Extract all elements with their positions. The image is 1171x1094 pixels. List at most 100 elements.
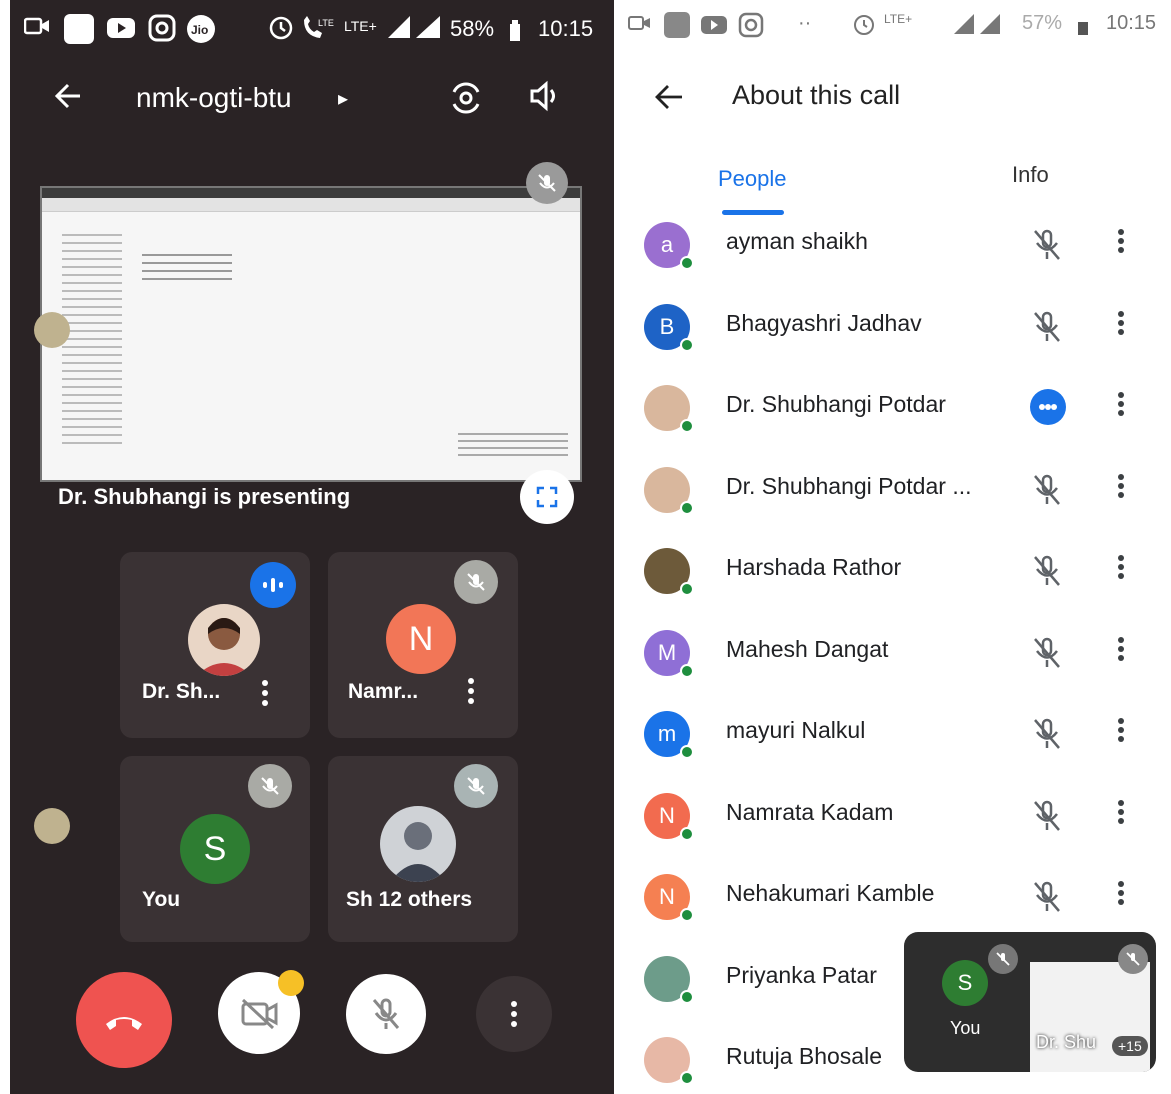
presenter-muted-icon [526,162,568,204]
participant-row[interactable]: m mayuri Nalkul [622,693,1171,773]
battery-percent: 57% [1022,12,1063,34]
clock: 10:15 [538,16,594,41]
more-vert-icon[interactable] [1118,715,1124,745]
participant-row[interactable]: B Bhagyashri Jadhav [622,286,1171,366]
speaker-icon[interactable] [528,78,564,118]
more-participants-badge: +15 [1112,1036,1148,1056]
back-arrow-icon[interactable] [50,78,86,118]
participant-name: Nehakumari Kamble [726,880,935,906]
more-vert-icon[interactable] [1118,226,1124,256]
avatar-initial: N [408,619,434,658]
avatar: S [942,960,988,1006]
more-vert-icon[interactable] [1118,797,1124,827]
mic-off-icon[interactable] [1030,310,1064,348]
more-vert-icon[interactable] [1118,471,1124,501]
jio-icon: Jio [186,14,216,50]
signal-icon [386,14,442,46]
participant-row[interactable]: Harshada Rathor [622,530,1171,610]
participant-name: Bhagyashri Jadhav [726,309,922,336]
pip-self-label: You [950,1018,981,1038]
participant-row[interactable]: M Mahesh Dangat [622,612,1171,692]
volte-call-icon: LTE [300,14,334,48]
more-vert-icon[interactable] [1118,552,1124,582]
participant-row[interactable]: a ayman shaikh [622,204,1171,284]
mic-off-icon[interactable] [1030,554,1064,592]
avatar-initial: m [657,721,677,746]
participant-tile[interactable]: Sh 12 others [328,756,518,942]
youtube-icon [106,14,136,48]
online-status-icon [680,663,694,678]
participant-row[interactable]: N Nehakumari Kamble [622,856,1171,936]
avatar-initial: B [659,313,675,339]
participant-tile[interactable]: S You [120,756,310,942]
shared-screen [40,186,582,482]
status-bar: Jio LTE LTE+ 58% 10:15 [10,0,614,58]
more-vert-icon[interactable] [1118,308,1124,338]
participant-name: ayman shaikh [726,228,868,254]
participant-tile[interactable]: Dr. Sh... [120,552,310,738]
status-bar: ·· LTE+ 57% 10:15 [622,0,1171,50]
avatar [188,604,260,676]
camera-warning-badge [278,970,304,996]
tab-info[interactable]: Info [1012,162,1049,188]
back-arrow-icon[interactable] [652,80,686,118]
tile-more-icon[interactable] [262,676,268,710]
mic-off-icon[interactable] [1030,880,1064,918]
chevron-right-icon[interactable]: ▸ [338,86,348,110]
tile-name: You [142,888,181,911]
pip-other-label: Dr. Shu [1036,1032,1097,1052]
about-this-call-screen: ·· LTE+ 57% 10:15 About this call People… [622,0,1171,1094]
more-vert-icon[interactable] [1118,634,1124,664]
battery-icon [508,18,522,48]
participant-name: Rutuja Bhosale [726,1043,882,1069]
meeting-code[interactable]: nmk-ogti-btu [136,82,292,114]
youtube-icon [700,12,728,43]
mic-off-icon[interactable] [1030,799,1064,837]
instagram-icon [148,14,176,48]
fullscreen-button[interactable] [520,470,574,524]
photo-pin [34,808,70,844]
tab-people[interactable]: People [718,166,787,192]
online-status-icon [680,989,694,1004]
video-icon [23,14,50,44]
instagram-icon [738,12,764,43]
alarm-icon [852,12,876,41]
signal-icon [952,12,1002,41]
presenting-banner: Dr. Shubhangi is presenting [58,484,351,509]
tile-more-icon[interactable] [468,674,474,708]
more-vert-icon[interactable] [1118,389,1124,419]
end-call-button[interactable] [76,972,172,1068]
online-status-icon [680,826,694,841]
more-notifications-icon: ·· [798,12,812,34]
muted-icon [1118,944,1148,974]
network-label: LTE+ [344,18,377,34]
participant-tile[interactable]: N Namr... [328,552,518,738]
svg-text:LTE: LTE [318,18,334,28]
more-options-button[interactable] [476,976,552,1052]
avatar-initial: N [659,884,675,909]
online-status-icon [680,1071,694,1085]
video-icon [628,12,652,39]
mic-off-button[interactable] [346,974,426,1054]
tile-name: Dr. Sh... [142,680,221,703]
online-status-icon [680,908,694,922]
muted-icon [988,944,1018,974]
mic-off-icon[interactable] [1030,228,1064,266]
mic-off-icon[interactable] [1030,717,1064,755]
tile-name: Namr... [348,680,419,703]
page-title: About this call [732,80,901,110]
participant-row[interactable]: Dr. Shubhangi Potdar [622,367,1171,447]
online-status-icon [680,337,694,352]
battery-percent: 58% [450,16,495,41]
muted-icon [454,560,498,604]
switch-camera-icon[interactable] [446,78,486,122]
more-vert-icon[interactable] [1118,878,1124,908]
mic-off-icon[interactable] [1030,636,1064,674]
picture-in-picture[interactable]: S You Dr. Shu +15 [904,932,1156,1072]
app-icon [64,14,94,44]
call-top-bar: nmk-ogti-btu ▸ [10,70,614,130]
participant-row[interactable]: Dr. Shubhangi Potdar ... [622,449,1171,529]
speaking-indicator-icon [1030,389,1066,425]
participant-row[interactable]: N Namrata Kadam [622,775,1171,855]
mic-off-icon[interactable] [1030,473,1064,511]
